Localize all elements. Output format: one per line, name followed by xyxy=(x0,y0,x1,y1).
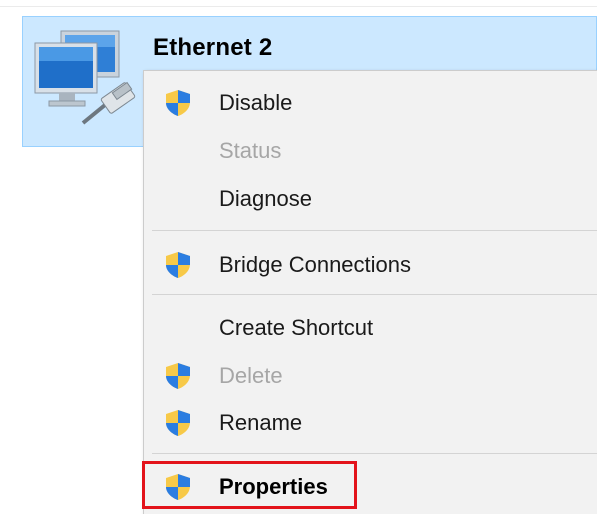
menu-separator xyxy=(152,230,597,231)
menu-item-bridge-connections[interactable]: Bridge Connections xyxy=(144,243,597,287)
menu-item-status[interactable]: Status xyxy=(144,129,597,173)
menu-separator xyxy=(152,453,597,454)
menu-item-diagnose[interactable]: Diagnose xyxy=(144,177,597,221)
uac-shield-icon xyxy=(166,474,190,500)
adapter-name: Ethernet 2 xyxy=(153,34,273,61)
menu-separator xyxy=(152,294,597,295)
menu-item-disable[interactable]: Disable xyxy=(144,81,597,125)
uac-shield-icon xyxy=(166,410,190,436)
menu-item-delete[interactable]: Delete xyxy=(144,354,597,398)
menu-item-label: Status xyxy=(219,138,282,163)
menu-item-label: Rename xyxy=(219,410,303,435)
menu-item-label: Bridge Connections xyxy=(219,252,412,277)
menu-item-label: Properties xyxy=(219,474,328,499)
uac-shield-icon xyxy=(166,252,190,278)
uac-shield-icon xyxy=(166,90,190,116)
menu-item-label: Disable xyxy=(219,90,293,115)
uac-shield-icon xyxy=(166,363,190,389)
menu-item-label: Delete xyxy=(219,363,283,388)
context-menu: Disable Status Diagnose Bridge Connectio… xyxy=(143,70,597,514)
network-adapter-icon xyxy=(34,30,136,125)
menu-item-create-shortcut[interactable]: Create Shortcut xyxy=(144,306,597,350)
menu-item-rename[interactable]: Rename xyxy=(144,401,597,445)
top-divider xyxy=(0,6,597,7)
menu-item-label: Create Shortcut xyxy=(219,315,374,340)
menu-item-label: Diagnose xyxy=(219,186,312,211)
menu-item-properties[interactable]: Properties xyxy=(144,465,597,509)
